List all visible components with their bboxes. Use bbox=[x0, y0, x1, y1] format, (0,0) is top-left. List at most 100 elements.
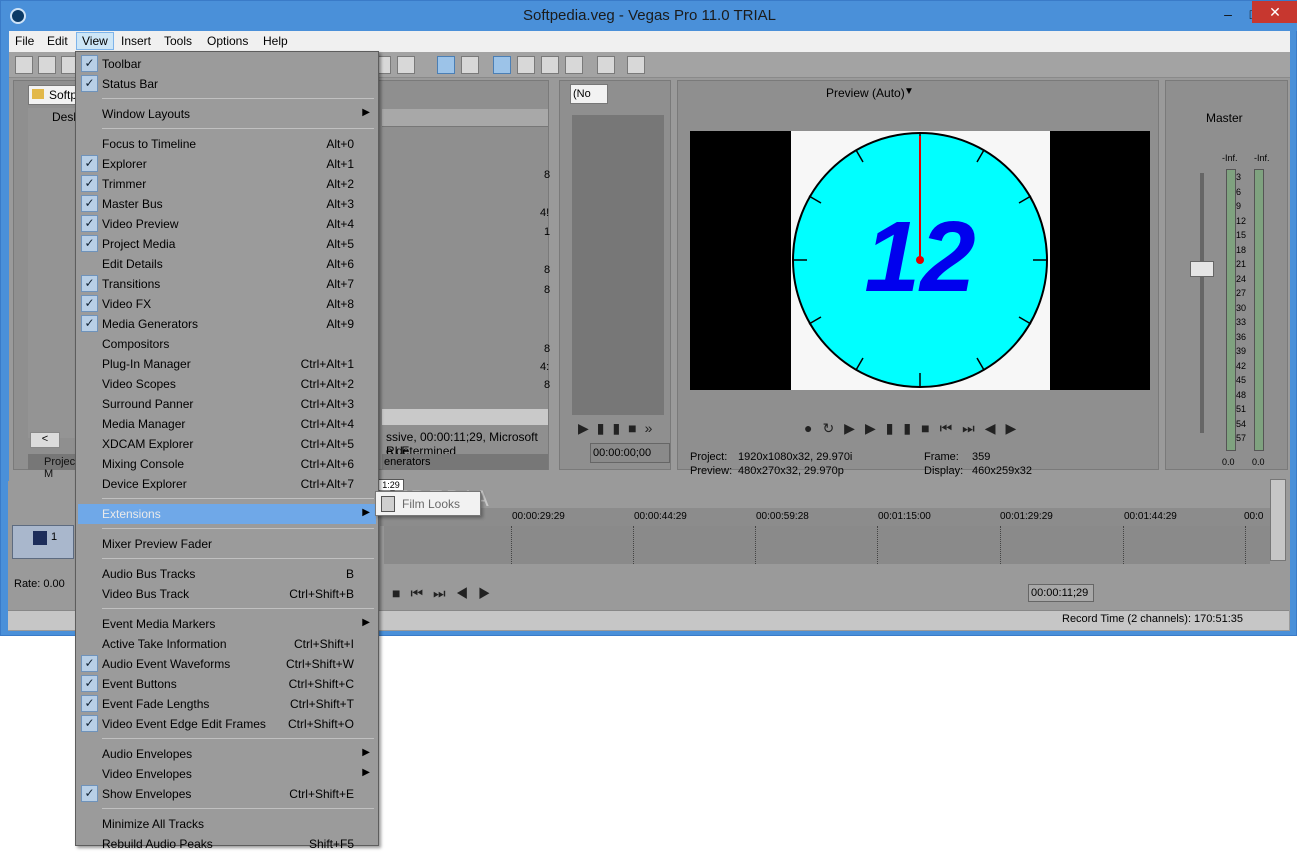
menu-item-show-envelopes[interactable]: ✓ Show Envelopes Ctrl+Shift+E bbox=[78, 784, 376, 804]
selection-tool-icon[interactable] bbox=[541, 56, 559, 74]
help-pointer-icon[interactable] bbox=[627, 56, 645, 74]
ripple-icon[interactable] bbox=[397, 56, 415, 74]
menu-item-active-take-information[interactable]: Active Take Information Ctrl+Shift+I bbox=[78, 634, 376, 654]
menu-item-audio-event-waveforms[interactable]: ✓ Audio Event Waveforms Ctrl+Shift+W bbox=[78, 654, 376, 674]
envelope-tool-icon[interactable] bbox=[517, 56, 535, 74]
menu-item-label: Media Manager bbox=[102, 417, 186, 431]
close-button[interactable]: ✕ bbox=[1252, 1, 1297, 23]
video-preview-frame: 12 bbox=[690, 131, 1150, 390]
ruler-label: 00:00:29:29 bbox=[512, 511, 565, 522]
film-looks-item[interactable]: Film Looks bbox=[402, 497, 460, 511]
menu-item-rebuild-audio-peaks[interactable]: Rebuild Audio Peaks Shift+F5 bbox=[78, 834, 376, 854]
menu-tools[interactable]: Tools bbox=[164, 34, 192, 48]
menu-item-mixer-preview-fader[interactable]: Mixer Preview Fader bbox=[78, 534, 376, 554]
video-track-lane[interactable] bbox=[384, 526, 1270, 564]
menu-item-plug-in-manager[interactable]: Plug-In Manager Ctrl+Alt+1 bbox=[78, 354, 376, 374]
menu-item-project-media[interactable]: ✓ Project Media Alt+5 bbox=[78, 234, 376, 254]
master-fader-track bbox=[1200, 173, 1204, 433]
grid-line bbox=[1000, 526, 1001, 564]
trimmer-transport[interactable]: ▶▮▮■» bbox=[578, 420, 668, 438]
menu-item-event-buttons[interactable]: ✓ Event Buttons Ctrl+Shift+C bbox=[78, 674, 376, 694]
title-bar: Softpedia.veg - Vegas Pro 11.0 TRIAL – □… bbox=[1, 1, 1297, 31]
menu-item-audio-bus-tracks[interactable]: Audio Bus Tracks B bbox=[78, 564, 376, 584]
tree-scroll-left[interactable]: < bbox=[30, 432, 60, 448]
menu-item-surround-panner[interactable]: Surround Panner Ctrl+Alt+3 bbox=[78, 394, 376, 414]
zoom-tool-icon[interactable] bbox=[565, 56, 583, 74]
timeline-vscrollbar[interactable] bbox=[1270, 479, 1286, 561]
menu-item-explorer[interactable]: ✓ Explorer Alt+1 bbox=[78, 154, 376, 174]
vu-scale-label: 42 bbox=[1236, 360, 1247, 371]
check-icon: ✓ bbox=[81, 715, 98, 732]
menu-options[interactable]: Options bbox=[207, 34, 248, 48]
menu-item-label: Window Layouts bbox=[102, 107, 191, 121]
menu-item-label: Compositors bbox=[102, 337, 170, 351]
menu-item-status-bar[interactable]: ✓ Status Bar bbox=[78, 74, 376, 94]
menu-item-video-event-edge-edit-frames[interactable]: ✓ Video Event Edge Edit Frames Ctrl+Shift+… bbox=[78, 714, 376, 734]
menu-item-video-fx[interactable]: ✓ Video FX Alt+8 bbox=[78, 294, 376, 314]
menu-file[interactable]: File bbox=[15, 34, 34, 48]
menu-item-edit-details[interactable]: Edit Details Alt+6 bbox=[78, 254, 376, 274]
menu-item-extensions[interactable]: Extensions ▶ bbox=[78, 504, 376, 524]
record-time: Record Time (2 channels): 170:51:35 bbox=[1062, 613, 1243, 625]
menu-item-focus-to-timeline[interactable]: Focus to Timeline Alt+0 bbox=[78, 134, 376, 154]
lock-envelopes-icon[interactable] bbox=[437, 56, 455, 74]
menu-separator bbox=[102, 128, 374, 129]
folder-icon bbox=[32, 89, 44, 99]
preview-quality-select[interactable]: Preview (Auto) bbox=[826, 86, 905, 100]
menu-item-audio-envelopes[interactable]: Audio Envelopes ▶ bbox=[78, 744, 376, 764]
trimmer-timecode[interactable]: 00:00:00;00 bbox=[590, 443, 670, 463]
menu-item-shortcut: Shift+F5 bbox=[308, 837, 354, 851]
tab-media-generators[interactable]: enerators bbox=[382, 454, 548, 470]
menu-item-trimmer[interactable]: ✓ Trimmer Alt+2 bbox=[78, 174, 376, 194]
track-header[interactable]: 1 bbox=[12, 525, 74, 559]
check-icon: ✓ bbox=[81, 295, 98, 312]
menu-item-transitions[interactable]: ✓ Transitions Alt+7 bbox=[78, 274, 376, 294]
menu-insert[interactable]: Insert bbox=[121, 34, 151, 48]
menu-item-video-preview[interactable]: ✓ Video Preview Alt+4 bbox=[78, 214, 376, 234]
film-looks-icon bbox=[381, 496, 395, 512]
open-icon[interactable] bbox=[38, 56, 56, 74]
menu-item-mixing-console[interactable]: Mixing Console Ctrl+Alt+6 bbox=[78, 454, 376, 474]
menu-item-toolbar[interactable]: ✓ Toolbar bbox=[78, 54, 376, 74]
menu-item-video-envelopes[interactable]: Video Envelopes ▶ bbox=[78, 764, 376, 784]
menu-item-video-bus-track[interactable]: Video Bus Track Ctrl+Shift+B bbox=[78, 584, 376, 604]
menu-item-window-layouts[interactable]: Window Layouts ▶ bbox=[78, 104, 376, 124]
timeline-transport[interactable]: ■⏮⏭◀▶ bbox=[392, 585, 501, 602]
menu-item-media-generators[interactable]: ✓ Media Generators Alt+9 bbox=[78, 314, 376, 334]
properties-icon[interactable] bbox=[597, 56, 615, 74]
menu-item-event-fade-lengths[interactable]: ✓ Event Fade Lengths Ctrl+Shift+T bbox=[78, 694, 376, 714]
chevron-down-icon[interactable]: ▼ bbox=[904, 86, 914, 97]
menu-separator bbox=[102, 498, 374, 499]
menu-item-minimize-all-tracks[interactable]: Minimize All Tracks bbox=[78, 814, 376, 834]
master-right-peak: -Inf. bbox=[1254, 153, 1270, 163]
menu-item-shortcut: Alt+4 bbox=[326, 217, 354, 231]
new-icon[interactable] bbox=[15, 56, 33, 74]
menu-item-shortcut: Alt+2 bbox=[326, 177, 354, 191]
media-col-value: 8 bbox=[544, 169, 551, 181]
trimmer-select[interactable]: (No bbox=[570, 84, 608, 104]
menu-view[interactable]: View bbox=[76, 32, 114, 50]
menu-item-video-scopes[interactable]: Video Scopes Ctrl+Alt+2 bbox=[78, 374, 376, 394]
minimize-button[interactable]: – bbox=[1215, 3, 1241, 25]
normal-edit-tool-icon[interactable] bbox=[493, 56, 511, 74]
master-fader-handle[interactable] bbox=[1190, 261, 1214, 277]
vu-scale-label: 27 bbox=[1236, 288, 1247, 298]
check-icon: ✓ bbox=[81, 695, 98, 712]
menu-item-media-manager[interactable]: Media Manager Ctrl+Alt+4 bbox=[78, 414, 376, 434]
menu-item-event-media-markers[interactable]: Event Media Markers ▶ bbox=[78, 614, 376, 634]
menu-item-label: Plug-In Manager bbox=[102, 357, 191, 371]
auto-crossfade-icon[interactable] bbox=[461, 56, 479, 74]
menu-separator bbox=[102, 608, 374, 609]
media-hscrollbar[interactable] bbox=[382, 409, 548, 425]
check-icon: ✓ bbox=[81, 275, 98, 292]
menu-item-device-explorer[interactable]: Device Explorer Ctrl+Alt+7 bbox=[78, 474, 376, 494]
menu-help[interactable]: Help bbox=[263, 34, 288, 48]
timeline-timecode[interactable]: 00:00:11;29 bbox=[1028, 584, 1094, 602]
preview-transport[interactable]: ●↻▶▶▮▮■⏮⏭◀▶ bbox=[804, 420, 1044, 438]
menu-item-master-bus[interactable]: ✓ Master Bus Alt+3 bbox=[78, 194, 376, 214]
menu-edit[interactable]: Edit bbox=[47, 34, 68, 48]
menu-item-xdcam-explorer[interactable]: XDCAM Explorer Ctrl+Alt+5 bbox=[78, 434, 376, 454]
frame-label: Frame: bbox=[924, 451, 959, 463]
menu-item-compositors[interactable]: Compositors bbox=[78, 334, 376, 354]
submenu-arrow-icon: ▶ bbox=[362, 507, 370, 518]
